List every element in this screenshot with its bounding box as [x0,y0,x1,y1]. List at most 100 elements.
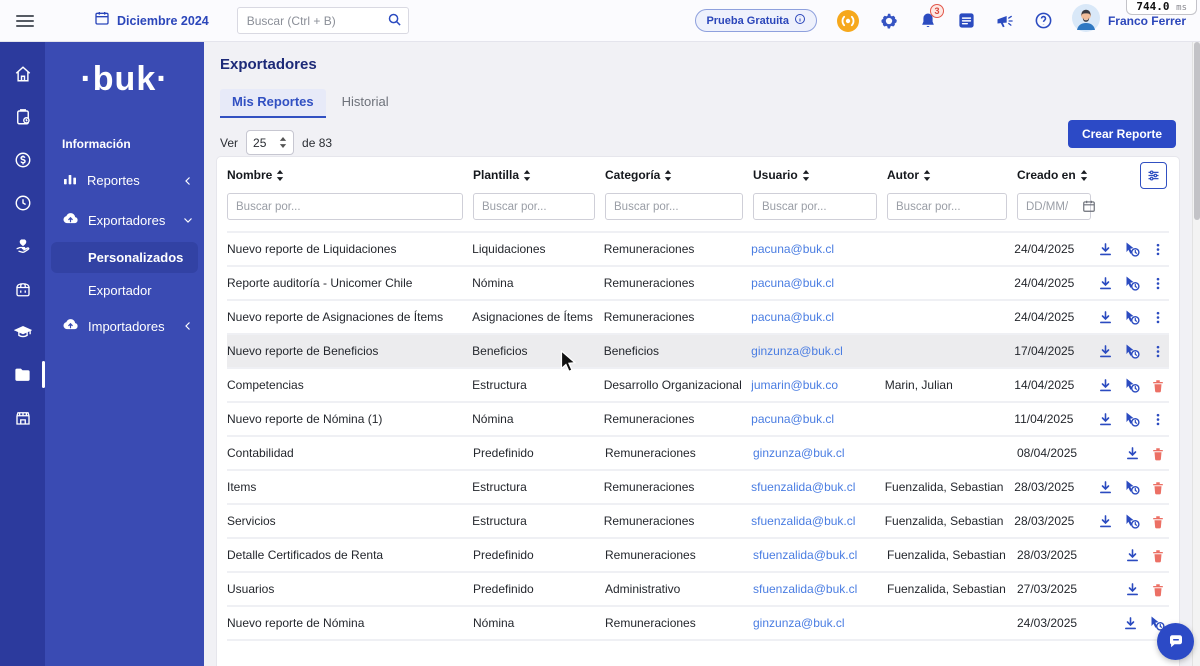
user-email-link[interactable]: pacuna@buk.cl [751,412,834,426]
create-report-button[interactable]: Crear Reporte [1067,120,1176,148]
sort-icon[interactable] [276,169,284,181]
table-row[interactable]: Reporte auditoría - Unicomer Chile Nómina… [227,265,1169,299]
run-history-icon[interactable] [1124,479,1140,495]
training-graduation-cap-icon[interactable] [13,322,32,341]
user-email-link[interactable]: sfuenzalida@buk.cl [751,514,855,528]
announcements-megaphone-icon[interactable] [995,11,1015,31]
settings-gear-icon[interactable] [879,11,899,31]
user-email-link[interactable]: pacuna@buk.cl [751,276,834,290]
global-search-input[interactable] [236,7,409,34]
table-row[interactable]: Servicios Estructura Remuneraciones sfuenza… [227,503,1169,537]
chat-fab-button[interactable] [1157,623,1194,660]
column-header-nombre[interactable]: Nombre [227,168,473,182]
download-icon[interactable] [1098,514,1113,529]
download-icon[interactable] [1098,412,1113,427]
notifications-bell-icon[interactable]: 3 [918,3,944,31]
user-email-link[interactable]: sfuenzalida@buk.cl [753,582,857,596]
table-row[interactable]: Nuevo reporte de Liquidaciones Liquidacio… [227,231,1169,265]
delete-icon[interactable] [1151,378,1165,393]
more-options-icon[interactable] [1151,310,1165,325]
column-header-creado-en[interactable]: Creado en [1017,168,1101,182]
news-icon[interactable] [957,11,976,30]
table-row[interactable]: Nuevo reporte de Nómina Nómina Remuneracio… [227,605,1169,639]
sort-icon[interactable] [802,169,810,181]
download-icon[interactable] [1098,344,1113,359]
filter-usuario-input[interactable] [753,193,877,220]
user-email-link[interactable]: ginzunza@buk.cl [753,446,845,460]
search-icon[interactable] [387,12,402,32]
filter-plantilla-input[interactable] [473,193,595,220]
talent-hand-heart-icon[interactable] [13,236,32,255]
hamburger-menu-icon[interactable] [16,14,34,27]
filter-nombre-input[interactable] [227,193,463,220]
more-options-icon[interactable] [1151,242,1165,257]
download-icon[interactable] [1123,616,1138,631]
rewards-icon[interactable] [836,9,860,33]
table-row[interactable]: Items Estructura Remuneraciones sfuenzalida… [227,469,1169,503]
run-history-icon[interactable] [1124,241,1140,257]
table-row[interactable]: Competencias Estructura Desarrollo Organiz… [227,367,1169,401]
run-history-icon[interactable] [1124,377,1140,393]
user-email-link[interactable]: ginzunza@buk.cl [751,344,843,358]
sidebar-item-personalizados[interactable]: Personalizados [51,242,198,273]
more-options-icon[interactable] [1151,412,1165,427]
user-email-link[interactable]: sfuenzalida@buk.cl [753,548,857,562]
sort-icon[interactable] [1080,169,1088,181]
download-icon[interactable] [1125,582,1140,597]
sidebar-item-reportes[interactable]: Reportes [45,161,204,200]
benefits-basket-icon[interactable] [13,279,32,298]
sort-icon[interactable] [523,169,531,181]
user-email-link[interactable]: ginzunza@buk.cl [753,616,845,630]
download-icon[interactable] [1125,548,1140,563]
trial-badge[interactable]: Prueba Gratuita [695,9,817,32]
filter-autor-input[interactable] [887,193,1007,220]
time-clock-icon[interactable] [13,193,32,212]
delete-icon[interactable] [1151,548,1165,563]
sort-icon[interactable] [923,169,931,181]
tab-mis-reportes[interactable]: Mis Reportes [220,89,326,118]
page-size-select[interactable]: 25 [246,130,295,155]
user-email-link[interactable]: jumarin@buk.co [751,378,838,392]
column-header-plantilla[interactable]: Plantilla [473,168,605,182]
calendar-icon[interactable] [1082,199,1096,218]
more-options-icon[interactable] [1151,344,1165,359]
user-email-link[interactable]: pacuna@buk.cl [751,242,834,256]
help-icon[interactable] [1034,11,1053,30]
table-row[interactable]: Nuevo reporte de Nómina (1) Nómina Remuner… [227,401,1169,435]
run-history-icon[interactable] [1124,275,1140,291]
column-header-categoria[interactable]: Categoría [605,168,753,182]
table-row[interactable]: Contabilidad Predefinido Remuneraciones gin… [227,435,1169,469]
period-selector[interactable]: Diciembre 2024 [94,10,209,31]
filter-categoria-input[interactable] [605,193,743,220]
documents-folder-icon[interactable] [13,361,45,388]
delete-icon[interactable] [1151,480,1165,495]
sidebar-item-importadores[interactable]: Importadores [45,306,204,346]
run-history-icon[interactable] [1124,513,1140,529]
sidebar-item-exportador[interactable]: Exportador [45,275,204,306]
download-icon[interactable] [1098,310,1113,325]
column-header-autor[interactable]: Autor [887,168,1017,182]
filter-date-input[interactable] [1017,193,1091,220]
column-settings-button[interactable] [1140,162,1167,189]
run-history-icon[interactable] [1124,343,1140,359]
marketplace-store-icon[interactable] [13,408,32,427]
delete-icon[interactable] [1151,446,1165,461]
run-history-icon[interactable] [1124,309,1140,325]
sidebar-item-exportadores[interactable]: Exportadores [45,200,204,240]
table-row[interactable]: Usuarios Predefinido Administrativo sfuenza… [227,571,1169,605]
user-email-link[interactable]: sfuenzalida@buk.cl [751,480,855,494]
user-email-link[interactable]: pacuna@buk.cl [751,310,834,324]
download-icon[interactable] [1098,378,1113,393]
download-icon[interactable] [1125,446,1140,461]
run-history-icon[interactable] [1124,411,1140,427]
download-icon[interactable] [1098,276,1113,291]
sort-icon[interactable] [664,169,672,181]
column-header-usuario[interactable]: Usuario [753,168,887,182]
table-row[interactable]: Nuevo reporte de Beneficios Beneficios Ben… [227,333,1169,367]
more-options-icon[interactable] [1151,276,1165,291]
payments-coin-icon[interactable] [13,150,32,169]
table-row[interactable]: Nuevo reporte de Asignaciones de Ítems As… [227,299,1169,333]
scrollbar-thumb[interactable] [1194,42,1200,220]
scrollbar-track[interactable] [1192,42,1200,666]
table-row[interactable]: Detalle Certificados de Renta Predefinido… [227,537,1169,571]
